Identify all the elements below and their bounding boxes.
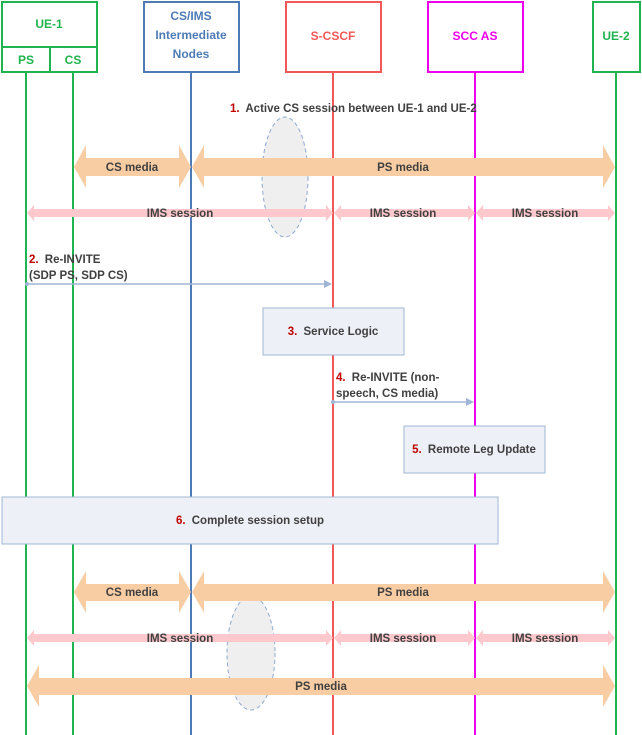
ims-session-2-after: IMS session [334, 630, 475, 646]
ims-session-3-label-before: IMS session [512, 208, 578, 220]
cs-media-label-before: CS media [106, 162, 159, 174]
sequence-diagram: UE-1 PS CS CS/IMS Intermediate Nodes S-C… [1, 1, 641, 735]
step3-number: 3. [288, 326, 298, 338]
node-ue2-label: UE-2 [602, 29, 630, 43]
step5-box: 5. Remote Leg Update [403, 425, 546, 474]
step4-text-line1: 4. Re-INVITE (non- [336, 372, 439, 384]
ims-session-1-label-after: IMS session [147, 633, 213, 645]
step6-text: 6. Complete session setup [176, 515, 324, 527]
node-intermediate-line1: CS/IMS [170, 9, 211, 23]
ims-session-2-label-after: IMS session [370, 633, 436, 645]
node-ue2: UE-2 [592, 1, 641, 73]
transition-ellipse-1 [261, 116, 309, 238]
step4-message: 4. Re-INVITE (non- speech, CS media) [331, 372, 474, 406]
node-ue1-label: UE-1 [35, 17, 63, 31]
step2-number: 2. [29, 254, 39, 266]
step2-label-line1: Re-INVITE [45, 254, 101, 266]
node-intermediate-line3: Nodes [173, 47, 210, 61]
step1-number: 1. [230, 103, 240, 115]
cs-media-flow-before: CS media [74, 145, 191, 188]
node-ue1: UE-1 PS CS [1, 1, 98, 73]
node-intermediate: CS/IMS Intermediate Nodes [143, 1, 240, 73]
step6-number: 6. [176, 515, 186, 527]
cs-media-label-after: CS media [106, 587, 159, 599]
node-ue1-ps-label: PS [18, 53, 34, 67]
node-ue1-cs-label: CS [65, 53, 82, 67]
ims-session-3-label-after: IMS session [512, 633, 578, 645]
ims-session-3-after: IMS session [476, 630, 615, 646]
step2-label-line2: (SDP PS, SDP CS) [29, 270, 128, 282]
step2-message: 2. Re-INVITE (SDP PS, SDP CS) [25, 254, 332, 288]
ims-session-2-label-before: IMS session [370, 208, 436, 220]
step3-box: 3. Service Logic [262, 307, 405, 356]
step2-text-line1: 2. Re-INVITE [29, 254, 101, 266]
step1-text: 1. Active CS session between UE-1 and UE… [230, 103, 477, 115]
step6-box: 6. Complete session setup [1, 496, 499, 545]
ps-media-flow-before: PS media [192, 145, 615, 188]
ims-session-2-before: IMS session [334, 205, 475, 221]
node-sccas: SCC AS [427, 1, 524, 73]
node-scscf: S-CSCF [285, 1, 382, 73]
ps-media-label-after: PS media [377, 587, 429, 599]
step4-number: 4. [336, 372, 346, 384]
ps-media-label-before: PS media [377, 162, 429, 174]
step5-text: 5. Remote Leg Update [412, 444, 536, 456]
step4-label-line2: speech, CS media) [336, 388, 438, 400]
ims-session-1-label-before: IMS session [147, 208, 213, 220]
step1-label: Active CS session between UE-1 and UE-2 [245, 103, 476, 115]
node-intermediate-line2: Intermediate [155, 28, 227, 42]
step3-label: Service Logic [304, 326, 379, 338]
node-sccas-label: SCC AS [453, 29, 498, 43]
step5-label: Remote Leg Update [428, 444, 536, 456]
node-scscf-label: S-CSCF [311, 29, 356, 43]
step6-label: Complete session setup [192, 515, 324, 527]
step5-number: 5. [412, 444, 422, 456]
ims-session-3-before: IMS session [476, 205, 615, 221]
cs-media-flow-after: CS media [74, 571, 191, 613]
ps-media-full-flow-after: PS media [27, 665, 615, 707]
step4-label-line1: Re-INVITE (non- [352, 372, 440, 384]
ps-media-full-label-after: PS media [295, 681, 347, 693]
